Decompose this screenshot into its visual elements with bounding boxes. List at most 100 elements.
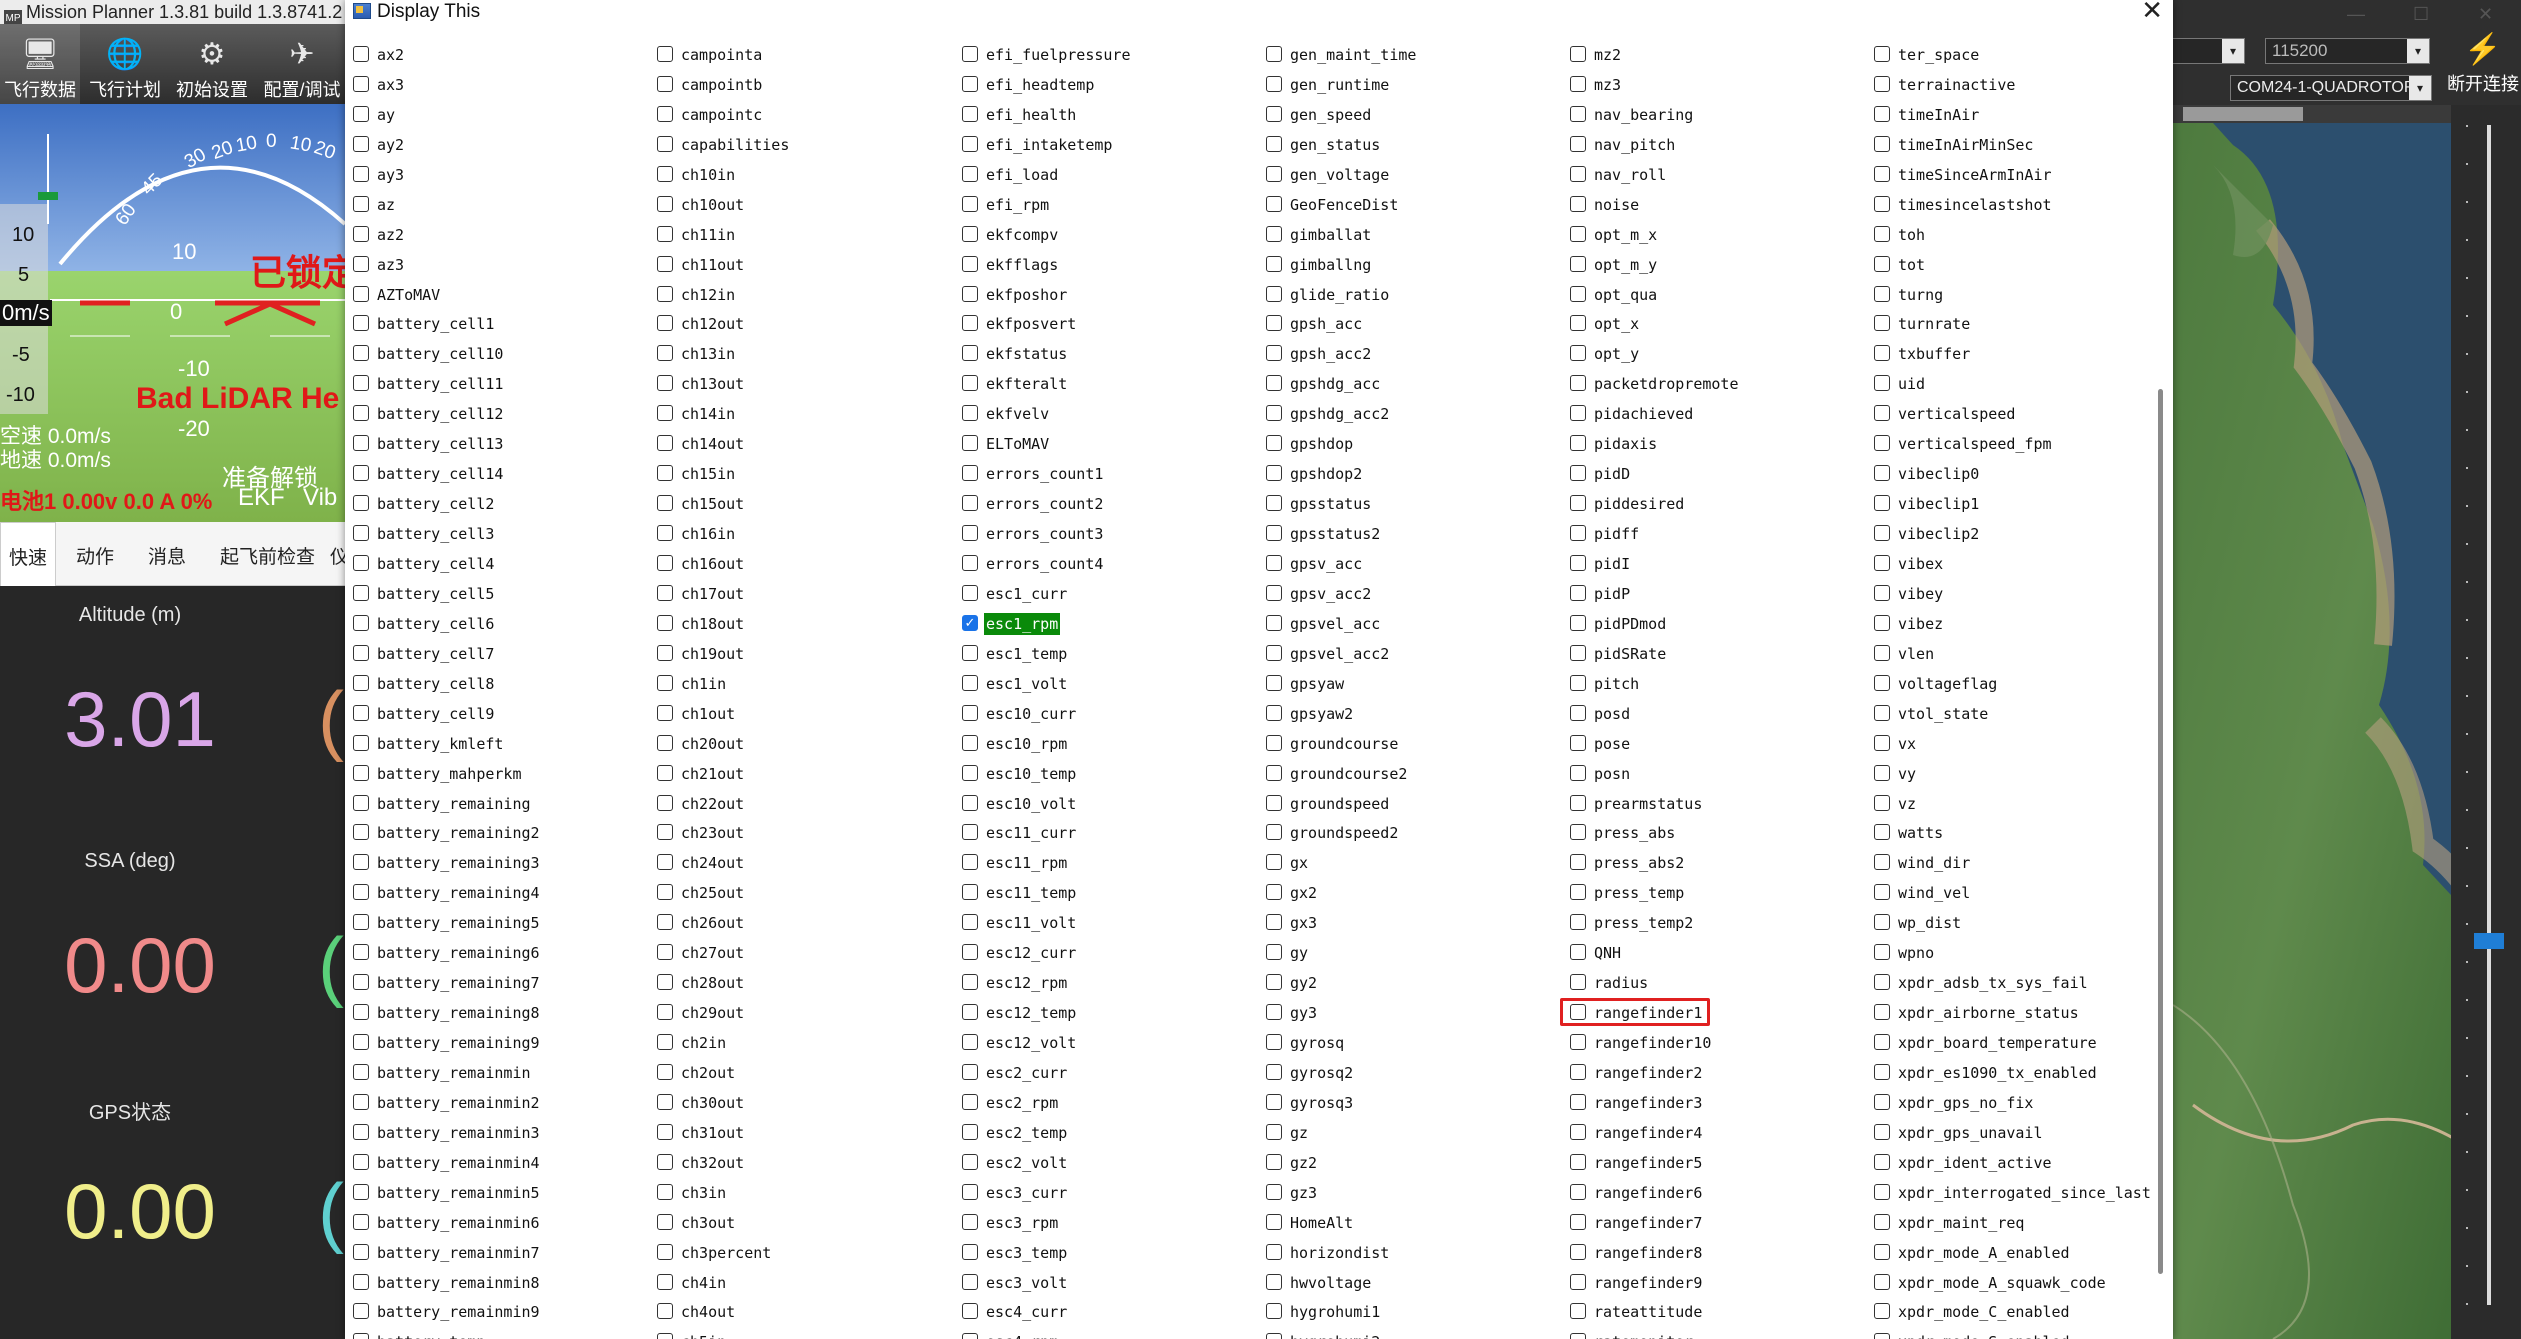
field-option-label[interactable]: rangefinder8	[1592, 1242, 1704, 1264]
checkbox[interactable]	[1570, 734, 1586, 751]
checkbox[interactable]	[353, 405, 369, 422]
field-option-label[interactable]: gyrosq3	[1288, 1092, 1355, 1114]
checkbox[interactable]	[1874, 375, 1890, 392]
checkbox[interactable]	[657, 195, 673, 212]
field-option-label[interactable]: ch13out	[679, 373, 746, 395]
field-option-label[interactable]: rateattitude	[1592, 1301, 1704, 1323]
field-option-label[interactable]: esc2_rpm	[984, 1092, 1060, 1114]
field-option-label[interactable]: piddesired	[1592, 493, 1686, 515]
field-option-label[interactable]: opt_x	[1592, 313, 1641, 335]
field-option-label[interactable]: battery_remainmin8	[375, 1272, 542, 1294]
checkbox[interactable]	[1570, 1123, 1586, 1140]
field-option-label[interactable]: errors_count3	[984, 523, 1105, 545]
field-option-label[interactable]: vibeclip0	[1896, 463, 1981, 485]
checkbox[interactable]	[1874, 225, 1890, 242]
field-option-label[interactable]: ch16in	[679, 523, 737, 545]
checkbox[interactable]	[657, 794, 673, 811]
field-option-label[interactable]: ch3percent	[679, 1242, 773, 1264]
toolbar-config-tuning[interactable]: ✈ 配置/调试	[262, 24, 342, 104]
field-option-label[interactable]: posd	[1592, 703, 1632, 725]
field-option-label[interactable]: ch1out	[679, 703, 737, 725]
checkbox[interactable]	[962, 674, 978, 691]
field-option-label[interactable]: ekfposhor	[984, 284, 1069, 306]
checkbox[interactable]	[1570, 944, 1586, 961]
checkbox[interactable]	[1266, 1123, 1282, 1140]
checkbox[interactable]	[1266, 405, 1282, 422]
checkbox[interactable]	[657, 165, 673, 182]
checkbox[interactable]	[1266, 495, 1282, 512]
checkbox[interactable]	[1874, 944, 1890, 961]
checkbox[interactable]	[1874, 734, 1890, 751]
field-option-label[interactable]: ch23out	[679, 822, 746, 844]
field-option-label[interactable]: gy2	[1288, 972, 1319, 994]
checkbox[interactable]	[962, 1183, 978, 1200]
field-option-label[interactable]: battery_cell13	[375, 433, 505, 455]
field-option-label[interactable]: toh	[1896, 224, 1927, 246]
field-option-label[interactable]: timesincelastshot	[1896, 194, 2054, 216]
checkbox[interactable]	[1874, 764, 1890, 781]
checkbox[interactable]	[353, 1213, 369, 1230]
field-option-label[interactable]: ch4in	[679, 1272, 728, 1294]
checkbox[interactable]	[1570, 405, 1586, 422]
field-option-label[interactable]: xpdr_airborne_status	[1896, 1002, 2081, 1024]
checkbox[interactable]	[353, 225, 369, 242]
field-option-label[interactable]: battery_cell7	[375, 643, 496, 665]
checkbox[interactable]	[1570, 465, 1586, 482]
checkbox[interactable]	[353, 794, 369, 811]
checkbox[interactable]	[1874, 105, 1890, 122]
field-option-label[interactable]: esc3_temp	[984, 1242, 1069, 1264]
field-option-label[interactable]: gy	[1288, 942, 1310, 964]
checkbox[interactable]	[353, 1123, 369, 1140]
checkbox[interactable]	[962, 1243, 978, 1260]
toolbar-initial-setup[interactable]: ⚙ 初始设置	[172, 24, 252, 104]
checkbox[interactable]	[353, 584, 369, 601]
checkbox[interactable]	[1570, 764, 1586, 781]
checkbox[interactable]	[657, 974, 673, 991]
checkbox[interactable]	[353, 1243, 369, 1260]
field-option-label[interactable]: watts	[1896, 822, 1945, 844]
checkbox[interactable]	[962, 435, 978, 452]
checkbox[interactable]	[1874, 794, 1890, 811]
field-option-label[interactable]: vibeclip2	[1896, 523, 1981, 545]
hud-display[interactable]: 10 5 0m/s -5 -10 10 0 -10 -20 60 45 30 2…	[0, 104, 345, 522]
checkbox[interactable]: ✓	[962, 614, 978, 631]
checkbox[interactable]	[962, 195, 978, 212]
checkbox[interactable]	[353, 465, 369, 482]
checkbox[interactable]	[353, 704, 369, 721]
checkbox[interactable]	[353, 195, 369, 212]
field-option-label[interactable]: efi_intaketemp	[984, 134, 1114, 156]
checkbox[interactable]	[1570, 1034, 1586, 1051]
field-option-label[interactable]: battery_cell9	[375, 703, 496, 725]
checkbox[interactable]	[1874, 614, 1890, 631]
checkbox[interactable]	[1570, 225, 1586, 242]
field-option-label[interactable]: timeSinceArmInAir	[1896, 164, 2054, 186]
checkbox[interactable]	[1874, 255, 1890, 272]
field-option-label[interactable]: esc2_curr	[984, 1062, 1069, 1084]
field-option-label[interactable]: ch11out	[679, 254, 746, 276]
checkbox[interactable]	[657, 554, 673, 571]
field-option-label[interactable]: ch20out	[679, 733, 746, 755]
field-option-label[interactable]: gyrosq	[1288, 1032, 1346, 1054]
checkbox[interactable]	[962, 315, 978, 332]
field-option-label[interactable]: battery_remainmin6	[375, 1212, 542, 1234]
field-option-label[interactable]: battery_remaining	[375, 793, 533, 815]
field-option-label[interactable]: pidP	[1592, 583, 1632, 605]
field-option-label[interactable]: ekfteralt	[984, 373, 1069, 395]
checkbox[interactable]	[1570, 1063, 1586, 1080]
field-option-label[interactable]: battery_cell5	[375, 583, 496, 605]
field-option-label[interactable]: glide_ratio	[1288, 284, 1391, 306]
checkbox[interactable]	[1266, 345, 1282, 362]
checkbox[interactable]	[1266, 1034, 1282, 1051]
com-port-select[interactable]: COM24-1-QUADROTOR ▾	[2230, 75, 2432, 101]
checkbox[interactable]	[657, 345, 673, 362]
quick-value-secondary[interactable]: (	[318, 920, 344, 1011]
checkbox[interactable]	[962, 1093, 978, 1110]
checkbox[interactable]	[1570, 1303, 1586, 1320]
field-option-label[interactable]: uid	[1896, 373, 1927, 395]
field-option-label[interactable]: pidachieved	[1592, 403, 1695, 425]
checkbox[interactable]	[1874, 884, 1890, 901]
field-option-label[interactable]: battery_remaining7	[375, 972, 542, 994]
field-option-label[interactable]: opt_qua	[1592, 284, 1659, 306]
checkbox[interactable]	[1266, 1213, 1282, 1230]
field-option-label[interactable]: turng	[1896, 284, 1945, 306]
